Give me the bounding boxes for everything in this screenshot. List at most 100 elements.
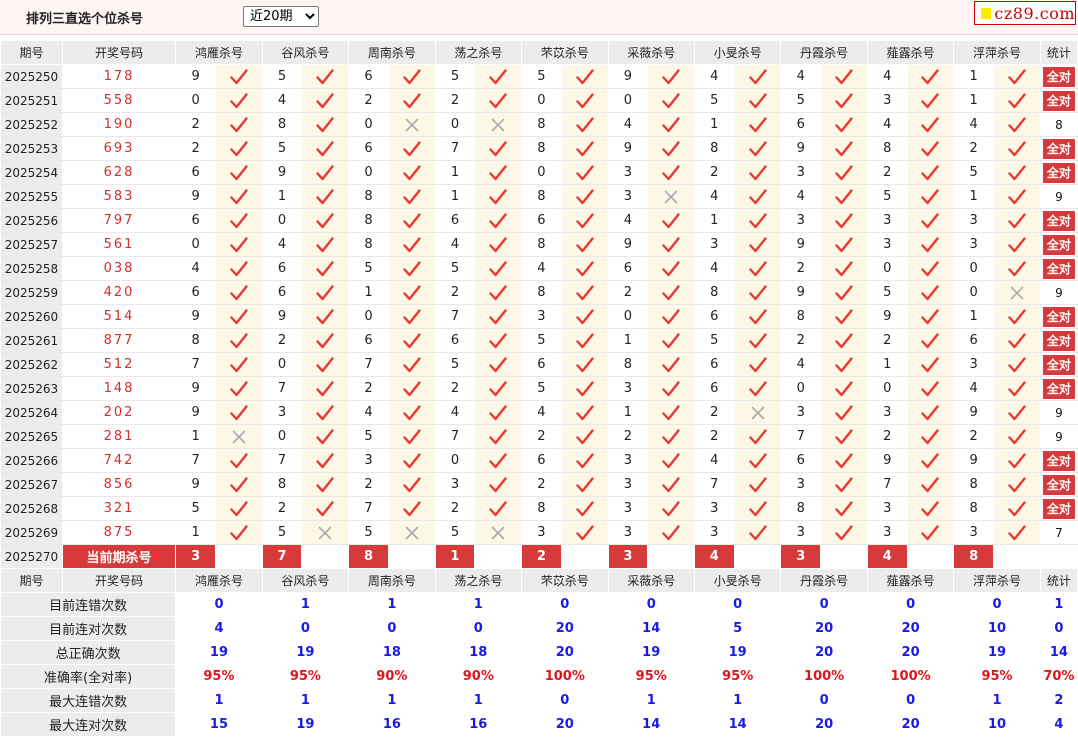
kill-number-cell: 3 [953, 520, 995, 545]
current-kill-number: 3 [607, 544, 649, 569]
summary-value: 100% [521, 664, 609, 689]
check-icon [403, 188, 421, 204]
result-mark-cell [906, 160, 955, 185]
result-mark-cell [387, 136, 436, 161]
summary-value: 1 [261, 592, 350, 617]
result-mark-cell [906, 64, 955, 89]
result-mark-cell [214, 208, 263, 233]
kill-number-cell: 8 [780, 304, 822, 329]
kill-number-cell: 2 [866, 424, 908, 449]
summary-value: 1 [607, 688, 695, 713]
kill-number-cell: 2 [693, 424, 735, 449]
kill-number-cell: 8 [521, 496, 562, 521]
table-row: 2025269 875 1 5 5 5 3 3 3 3 3 3 7 [0, 520, 1078, 545]
result-mark-cell [647, 520, 695, 545]
result-mark-cell [906, 256, 955, 281]
current-kill-number: 3 [175, 544, 216, 569]
all-correct-badge: 全对 [1042, 474, 1075, 495]
current-blank-cell [560, 544, 609, 569]
kill-number-cell: 1 [348, 280, 389, 305]
result-mark-cell [560, 64, 609, 89]
current-kill-number: 3 [780, 544, 822, 569]
check-icon [835, 404, 853, 420]
result-mark-cell [906, 496, 955, 521]
kill-number-cell: 1 [175, 424, 216, 449]
check-icon [575, 92, 594, 108]
kill-number-cell: 4 [780, 64, 822, 89]
table-row: 2025253 693 2 5 6 7 8 9 8 9 8 2 全对 [0, 136, 1078, 161]
draw-number-cell: 202 [61, 400, 177, 425]
kill-number-cell: 3 [693, 520, 735, 545]
kill-number-cell: 3 [607, 160, 649, 185]
result-mark-cell [993, 304, 1041, 329]
check-icon [921, 380, 940, 396]
check-icon [748, 356, 767, 372]
site-logo[interactable]: cz89.com [974, 1, 1076, 25]
kill-number-cell: 7 [261, 376, 303, 401]
check-icon [403, 164, 421, 180]
check-icon [575, 332, 594, 348]
table-row: 2025252 190 2 8 0 0 8 4 1 6 4 4 8 [0, 112, 1078, 137]
kill-number-cell: 6 [348, 136, 389, 161]
kill-number-cell: 9 [261, 304, 303, 329]
result-mark-cell [993, 88, 1041, 113]
check-icon [835, 236, 853, 252]
check-icon [489, 452, 507, 468]
result-mark-cell [301, 88, 350, 113]
kill-number-cell: 6 [261, 280, 303, 305]
check-icon [1008, 140, 1026, 156]
table-row: 2025254 628 6 9 0 1 0 3 2 3 2 5 全对 [0, 160, 1078, 185]
result-mark-cell [647, 352, 695, 377]
issue-cell: 2025266 [0, 448, 63, 473]
kill-number-table: 期号 开奖号码 鸿雁杀号 谷风杀号 周南杀号 荡之杀号 芣苡杀号 采薇杀号 小旻杀号 丹霞杀号 薤露… [0, 40, 1078, 737]
kill-number-cell: 6 [693, 376, 735, 401]
kill-number-cell: 6 [780, 448, 822, 473]
column-header: 开奖号码 [61, 568, 177, 593]
stat-cell: 全对 [1039, 88, 1078, 113]
check-icon [835, 476, 853, 492]
kill-number-cell: 5 [434, 352, 476, 377]
stat-cell: 9 [1039, 424, 1078, 449]
check-icon [316, 452, 334, 468]
summary-value: 0 [693, 592, 782, 617]
kill-number-cell: 5 [434, 520, 476, 545]
check-icon [921, 236, 940, 252]
check-icon [403, 428, 421, 444]
kill-number-cell: 8 [521, 280, 562, 305]
column-header: 荡之杀号 [434, 568, 523, 593]
result-mark-cell [214, 328, 263, 353]
check-icon [662, 236, 680, 252]
result-mark-cell [820, 184, 868, 209]
period-select[interactable]: 近20期 [243, 6, 319, 27]
summary-value: 1 [348, 688, 436, 713]
current-kill-number: 2 [521, 544, 562, 569]
stat-cell: 全对 [1039, 208, 1078, 233]
result-mark-cell [387, 256, 436, 281]
check-icon [662, 308, 680, 324]
kill-number-cell: 7 [434, 424, 476, 449]
kill-number-cell: 3 [780, 160, 822, 185]
result-mark-cell [560, 88, 609, 113]
issue-cell: 2025255 [0, 184, 63, 209]
result-mark-cell [820, 352, 868, 377]
check-icon [662, 92, 680, 108]
kill-number-cell: 4 [607, 208, 649, 233]
column-header: 薤露杀号 [866, 40, 955, 65]
current-kill-number: 7 [261, 544, 303, 569]
column-header: 芣苡杀号 [521, 568, 609, 593]
result-mark-cell [733, 448, 782, 473]
stat-cell: 全对 [1039, 64, 1078, 89]
current-blank-cell [214, 544, 263, 569]
result-mark-cell [387, 328, 436, 353]
all-correct-badge: 全对 [1042, 66, 1075, 87]
summary-label: 准确率(全对率) [0, 664, 177, 689]
kill-number-cell: 8 [348, 184, 389, 209]
result-mark-cell [387, 208, 436, 233]
kill-number-cell: 4 [261, 88, 303, 113]
kill-number-cell: 5 [434, 256, 476, 281]
logo-square-icon [981, 7, 992, 19]
column-header: 统计 [1039, 40, 1078, 65]
kill-number-cell: 4 [953, 376, 995, 401]
column-header: 芣苡杀号 [521, 40, 609, 65]
summary-value: 0 [780, 688, 868, 713]
